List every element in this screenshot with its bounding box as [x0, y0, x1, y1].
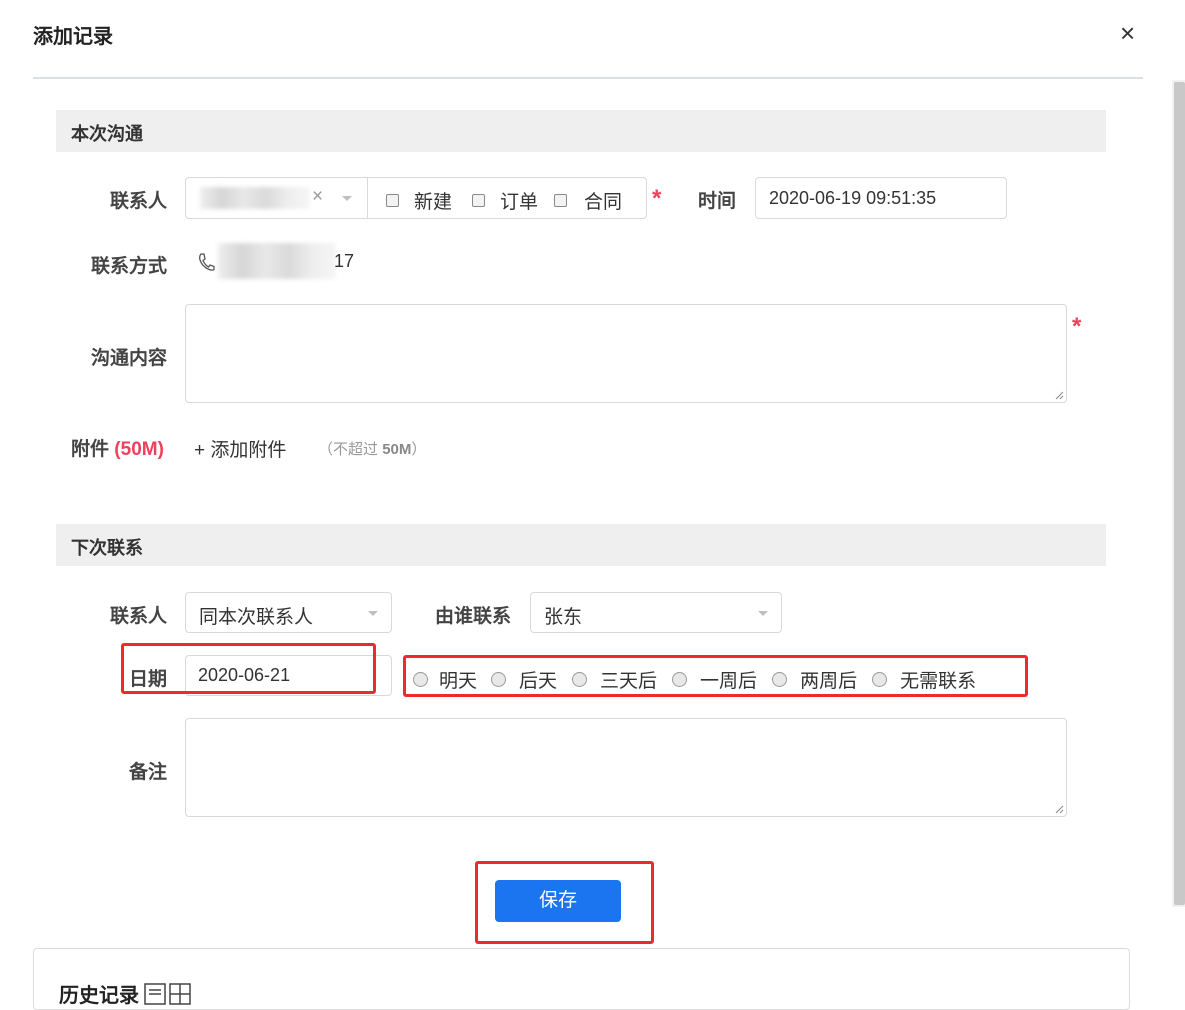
dialog-title: 添加记录: [33, 26, 113, 48]
section-next-title: 下次联系: [71, 538, 143, 558]
section-next-header: 下次联系: [56, 524, 1106, 566]
contact-name-redacted: [200, 187, 310, 209]
contact-method-label: 联系方式: [90, 256, 167, 277]
grid-view-icon[interactable]: [169, 982, 191, 1005]
attachment-size-limit: (50M): [114, 439, 164, 460]
attachment-label: 附件: [71, 439, 110, 460]
by-whom-value: 张东: [544, 607, 583, 628]
by-whom-label: 由谁联系: [434, 606, 511, 627]
chevron-down-icon[interactable]: [758, 611, 768, 616]
content-label: 沟通内容: [90, 348, 167, 369]
highlight-quick-options: [403, 655, 1028, 697]
attachment-hint: （不超过 50M）: [318, 438, 426, 459]
attachment-hint-suffix: ）: [411, 441, 427, 458]
checkbox-new[interactable]: [386, 194, 399, 207]
remark-label: 备注: [128, 762, 167, 783]
remark-textarea[interactable]: [185, 718, 1067, 817]
history-title: 历史记录: [59, 985, 139, 1007]
chevron-down-icon[interactable]: [342, 196, 352, 201]
checkbox-new-label: 新建: [414, 192, 453, 213]
attachment-hint-prefix: （不超过: [318, 441, 379, 458]
time-input[interactable]: 2020-06-19 09:51:35: [755, 177, 1007, 219]
contact-select-group: × 新建 订单 合同: [185, 177, 647, 219]
section-current-title: 本次沟通: [71, 124, 143, 144]
checkbox-contract[interactable]: [554, 194, 568, 207]
phone-icon: [197, 251, 215, 273]
phone-number-suffix: 17: [334, 251, 355, 271]
highlight-save: [475, 861, 654, 944]
add-attachment-link[interactable]: + 添加附件: [194, 435, 286, 462]
content-textarea[interactable]: [185, 304, 1067, 403]
list-view-icon[interactable]: [144, 982, 166, 1005]
contact-label: 联系人: [109, 191, 167, 212]
attachment-hint-size: 50M: [382, 441, 412, 458]
highlight-date: [121, 643, 376, 694]
content-required-mark: *: [1072, 313, 1082, 340]
clear-icon[interactable]: ×: [312, 186, 323, 208]
phone-number-redacted: [218, 243, 336, 279]
history-card: 历史记录: [33, 948, 1130, 1010]
by-whom-select[interactable]: 张东: [530, 592, 782, 633]
resize-handle-icon[interactable]: [1052, 388, 1064, 400]
close-icon[interactable]: ×: [1120, 18, 1135, 48]
checkbox-order-label: 订单: [500, 192, 539, 213]
resize-handle-icon[interactable]: [1052, 802, 1064, 814]
section-current-header: 本次沟通: [56, 110, 1106, 152]
select-divider: [367, 178, 368, 218]
next-contact-label: 联系人: [109, 606, 167, 627]
next-contact-select[interactable]: 同本次联系人: [185, 592, 392, 633]
time-label: 时间: [697, 191, 736, 212]
scrollbar-thumb[interactable]: [1174, 82, 1185, 905]
chevron-down-icon[interactable]: [368, 611, 378, 616]
checkbox-order[interactable]: [472, 194, 486, 207]
next-contact-value: 同本次联系人: [199, 607, 314, 628]
time-value: 2020-06-19 09:51:35: [769, 188, 937, 208]
header-divider: [33, 77, 1143, 79]
